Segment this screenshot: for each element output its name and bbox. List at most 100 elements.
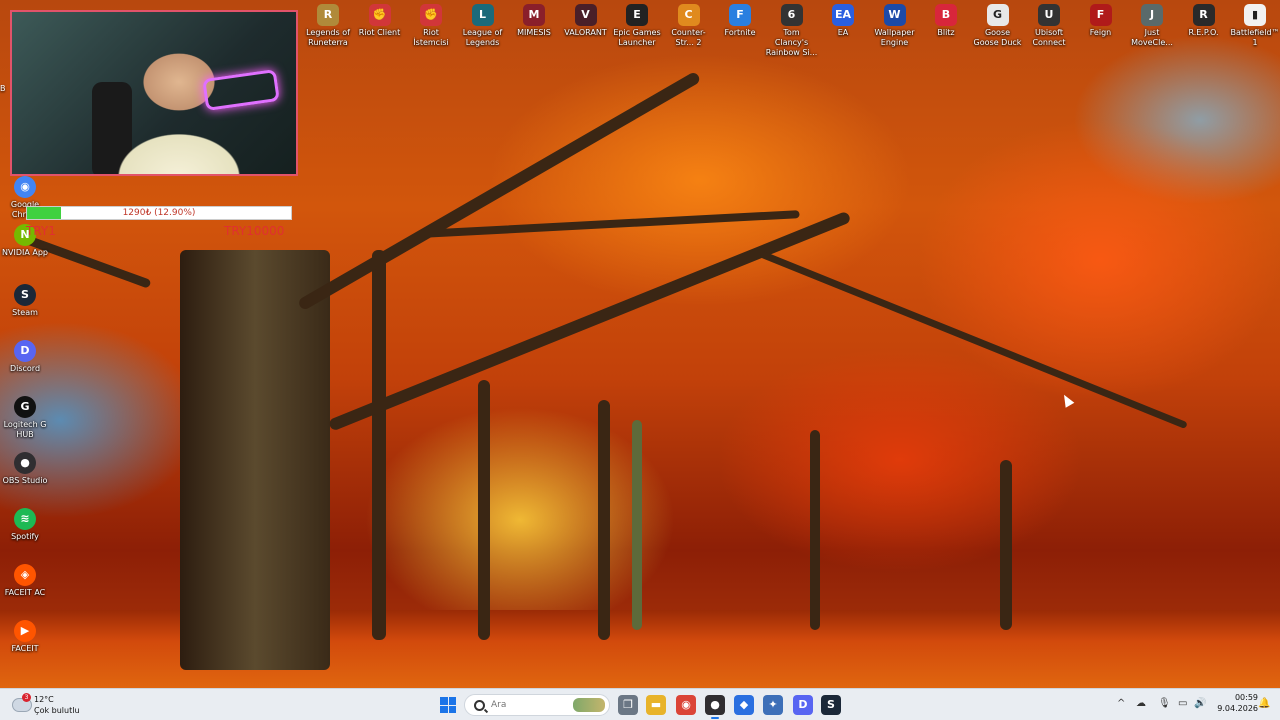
riot-icon: ✊ bbox=[368, 4, 391, 26]
wallpaper-trunk bbox=[810, 430, 820, 630]
wallpaper-engine-icon: W bbox=[883, 4, 906, 26]
desktop-icon-label: Wallpaper Engine bbox=[874, 28, 915, 47]
search-input[interactable] bbox=[491, 698, 571, 712]
start-button[interactable] bbox=[440, 697, 456, 713]
wallpaper-trunk bbox=[632, 420, 642, 630]
ubisoft-icon: U bbox=[1038, 4, 1060, 26]
desktop-icon-logitech-g-hub[interactable]: G Logitech G HUB bbox=[0, 396, 53, 440]
logitech-icon: G bbox=[14, 396, 36, 418]
wallpaper-branch bbox=[419, 210, 800, 238]
desktop-icon-label: Tom Clancy's Rainbow Si... bbox=[765, 28, 818, 57]
desktop-icon-label: League of Legends bbox=[462, 28, 503, 47]
desktop-icon-label: R.E.P.O. bbox=[1188, 28, 1219, 37]
riot-icon: ✊ bbox=[420, 4, 442, 26]
obs-icon: ● bbox=[14, 452, 36, 474]
desktop-icon-label: OBS Studio bbox=[2, 476, 48, 485]
desktop-icon-label: Feign bbox=[1089, 28, 1112, 37]
weather-condition: Çok bulutlu bbox=[34, 706, 80, 715]
diamond-icon: ◆ bbox=[739, 698, 749, 711]
desktop-icon-blitz[interactable]: B Blitz bbox=[920, 4, 972, 38]
desktop-icon-goose-goose-duck[interactable]: G Goose Goose Duck bbox=[972, 4, 1024, 48]
donation-goal-bar: 1290₺ (12.90%) bbox=[26, 206, 292, 220]
donation-goal-max: TRY10000 bbox=[224, 224, 285, 238]
desktop-icon-ubisoft-connect[interactable]: U Ubisoft Connect bbox=[1023, 4, 1075, 48]
wallpaper-branch bbox=[297, 70, 702, 312]
desktop-icon-ea[interactable]: EA EA bbox=[817, 4, 869, 38]
goose-icon: G bbox=[986, 4, 1009, 26]
desktop-icon-label: EA bbox=[837, 28, 849, 37]
notification-bell-icon[interactable]: 🔔 bbox=[1258, 698, 1270, 709]
desktop-icon-label: Riot Client bbox=[358, 28, 401, 37]
desktop-icon-faceit[interactable]: ▶ FACEIT bbox=[0, 620, 53, 654]
desktop-icon-label: Riot İstemcisi bbox=[413, 28, 449, 47]
blitz-icon: B bbox=[935, 4, 957, 26]
taskbar-app-file-explorer[interactable]: ▬ bbox=[646, 695, 666, 715]
steam-icon: S bbox=[14, 284, 36, 306]
wallpaper-trunk bbox=[1000, 460, 1012, 630]
desktop-icon-steam[interactable]: S Steam bbox=[0, 284, 53, 318]
donation-goal-text: 1290₺ (12.90%) bbox=[122, 208, 196, 218]
desktop-icon-label: Blitz bbox=[937, 28, 955, 37]
desktop-icon-obs-studio[interactable]: ● OBS Studio bbox=[0, 452, 53, 486]
taskbar-app-obs[interactable]: ● bbox=[705, 695, 725, 719]
taskbar-app-chrome[interactable]: ◉ bbox=[676, 695, 696, 715]
desktop-icon-wallpaper-engine[interactable]: W Wallpaper Engine bbox=[869, 4, 921, 48]
taskbar-app-steam[interactable]: S bbox=[821, 695, 841, 715]
wallpaper-trunk bbox=[598, 400, 610, 640]
weather-temperature: 12°C bbox=[34, 695, 54, 704]
repo-icon: R bbox=[1192, 4, 1215, 26]
search-highlight-thumbnail[interactable] bbox=[573, 698, 605, 712]
desktop-icon-valorant[interactable]: V VALORANT bbox=[560, 4, 612, 38]
desktop-icon-league-of-legends[interactable]: L League of Legends bbox=[457, 4, 509, 48]
discord-icon: D bbox=[14, 340, 36, 362]
clock-time: 00:59 bbox=[1234, 693, 1258, 702]
desktop-icon-discord[interactable]: D Discord bbox=[0, 340, 53, 374]
desktop-icon-faceit-ac[interactable]: ◈ FACEIT AC bbox=[0, 564, 53, 598]
mimesis-icon: M bbox=[523, 4, 545, 26]
fortnite-icon: F bbox=[729, 4, 751, 26]
desktop-icon-legends-of-runeterra[interactable]: R Legends of Runeterra bbox=[302, 4, 354, 48]
desktop-icon-battlefield[interactable]: ▮ Battlefield™ 1 bbox=[1229, 4, 1280, 48]
folder-icon: ▬ bbox=[650, 698, 662, 711]
windows-logo-icon bbox=[440, 705, 448, 713]
windows-logo-icon bbox=[448, 697, 456, 705]
wallpaper-branch bbox=[758, 250, 1188, 430]
microphone-icon[interactable]: 🎙 bbox=[1158, 698, 1171, 709]
desktop-icon-repo[interactable]: R R.E.P.O. bbox=[1178, 4, 1230, 38]
desktop-icon-feign[interactable]: F Feign bbox=[1075, 4, 1127, 38]
onedrive-icon[interactable]: ☁ bbox=[1136, 698, 1146, 709]
desktop-icon-label: Discord bbox=[9, 364, 41, 373]
taskbar-app-app-blue-2[interactable]: ✦ bbox=[763, 695, 783, 715]
desktop-icon-rainbow-six[interactable]: 6 Tom Clancy's Rainbow Si... bbox=[766, 4, 818, 58]
tray-chevron-icon[interactable]: ^ bbox=[1117, 698, 1125, 709]
desktop-icon-counter-strike[interactable]: C Counter-Str... 2 bbox=[663, 4, 715, 48]
taskbar-app-discord[interactable]: D bbox=[793, 695, 813, 715]
desktop-icon-label: FACEIT bbox=[11, 644, 39, 653]
taskbar-search[interactable] bbox=[464, 694, 610, 716]
ea-icon: EA bbox=[832, 4, 854, 26]
taskbar: 3 12°C Çok bulutlu ❐ ▬ ◉ ● ◆ ✦ D S ^ ☁ 🎙 ▭ 🔊 00… bbox=[0, 688, 1280, 720]
discord-icon: D bbox=[798, 698, 808, 711]
weather-widget[interactable]: 3 12°C Çok bulutlu bbox=[10, 693, 90, 717]
desktop-icon-mimesis[interactable]: M MIMESIS bbox=[508, 4, 560, 38]
desktop-icon-label: Battlefield™ 1 bbox=[1230, 28, 1280, 47]
taskbar-app-app-blue-1[interactable]: ◆ bbox=[734, 695, 754, 715]
desktop-icon-epic-games[interactable]: E Epic Games Launcher bbox=[611, 4, 663, 48]
desktop-icon-riot-istemcisi[interactable]: ✊ Riot İstemcisi bbox=[405, 4, 457, 48]
desktop-icon-riot-client[interactable]: ✊ Riot Client bbox=[354, 4, 406, 38]
desktop-icon-label: Counter-Str... 2 bbox=[671, 28, 706, 47]
wallpaper-trunk bbox=[478, 380, 490, 640]
network-icon[interactable]: ▭ bbox=[1178, 698, 1187, 709]
taskbar-app-task-view[interactable]: ❐ bbox=[618, 695, 638, 715]
desktop-icon-just-movecle[interactable]: J Just MoveCle... bbox=[1126, 4, 1178, 48]
donation-goal-min: TRY1 bbox=[26, 224, 56, 238]
desktop-icon-fortnite[interactable]: F Fortnite bbox=[714, 4, 766, 38]
movecle-icon: J bbox=[1141, 4, 1163, 26]
feign-icon: F bbox=[1089, 4, 1112, 26]
edge-label: B bbox=[0, 84, 6, 93]
desktop-icon-spotify[interactable]: ≋ Spotify bbox=[0, 508, 53, 542]
weather-badge: 3 bbox=[22, 693, 31, 702]
faceit-icon: ▶ bbox=[14, 620, 36, 642]
volume-icon[interactable]: 🔊 bbox=[1194, 698, 1206, 709]
system-clock[interactable]: 00:59 9.04.2026 bbox=[1208, 692, 1258, 714]
